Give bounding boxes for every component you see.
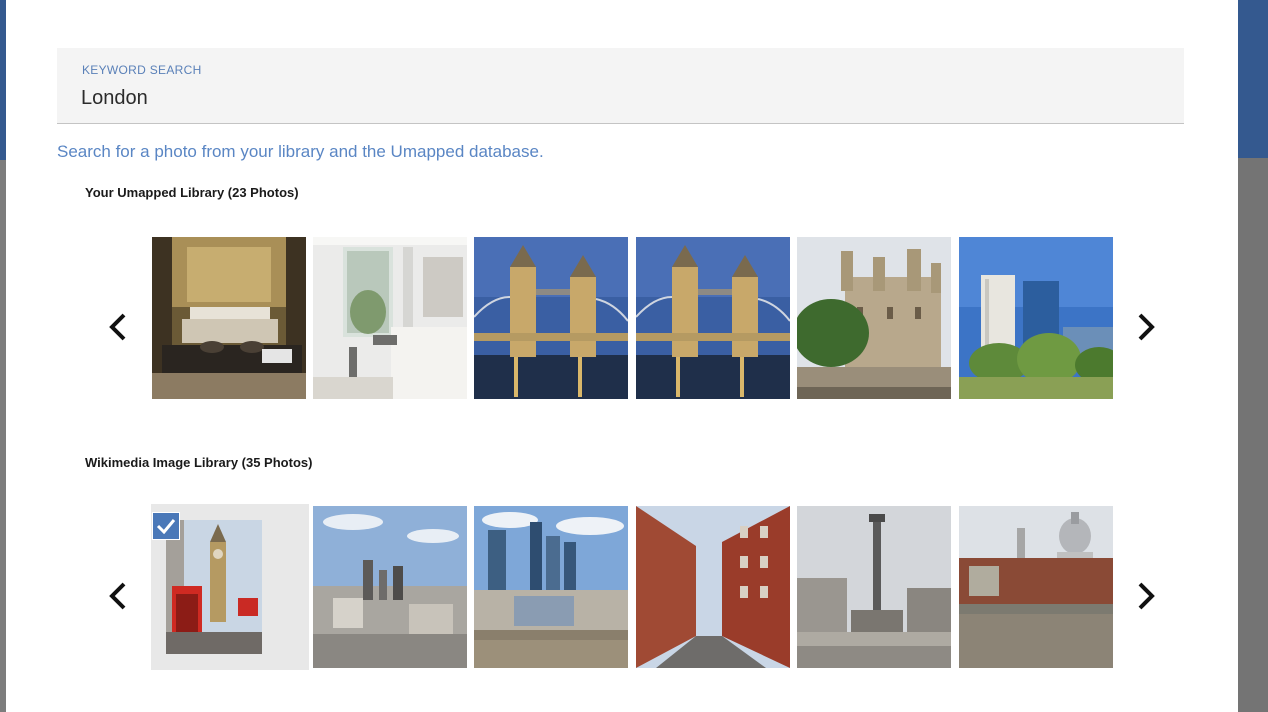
umapped-prev-button[interactable]	[98, 307, 138, 347]
umapped-photo-3[interactable]	[474, 237, 628, 399]
wikimedia-prev-button[interactable]	[98, 576, 138, 616]
big-ben-phone-box-photo	[166, 520, 262, 654]
bedroom-photo	[313, 237, 467, 399]
chevron-right-icon	[1138, 313, 1155, 341]
selected-checkbox[interactable]	[152, 512, 180, 540]
background-right-accent	[1238, 0, 1268, 158]
chevron-left-icon	[109, 313, 126, 341]
wikimedia-photo-2[interactable]	[313, 506, 467, 668]
wikimedia-photo-5[interactable]	[797, 506, 951, 668]
wikimedia-photo-6[interactable]	[959, 506, 1113, 668]
wikimedia-photo-1[interactable]	[166, 520, 262, 654]
street-photo	[636, 506, 790, 668]
keyword-search-field[interactable]: KEYWORD SEARCH	[57, 48, 1184, 124]
umapped-library-title: Your Umapped Library (23 Photos)	[85, 185, 299, 200]
tower-bridge-photo	[474, 237, 628, 399]
office-buildings-photo	[959, 237, 1113, 399]
checkmark-icon	[156, 519, 176, 534]
st-pauls-photo	[959, 506, 1113, 668]
wikimedia-next-button[interactable]	[1126, 576, 1166, 616]
wikimedia-photo-3[interactable]	[474, 506, 628, 668]
chevron-right-icon	[1138, 582, 1155, 610]
chevron-left-icon	[109, 582, 126, 610]
city-of-london-photo	[474, 506, 628, 668]
umapped-photo-6[interactable]	[959, 237, 1113, 399]
hotel-room-photo	[152, 237, 306, 399]
nelsons-column-photo	[797, 506, 951, 668]
umapped-photo-5[interactable]	[797, 237, 951, 399]
umapped-photo-1[interactable]	[152, 237, 306, 399]
umapped-next-button[interactable]	[1126, 307, 1166, 347]
skyline-photo	[313, 506, 467, 668]
keyword-search-label: KEYWORD SEARCH	[82, 63, 202, 77]
photo-picker-modal: KEYWORD SEARCH Search for a photo from y…	[6, 0, 1238, 712]
umapped-photo-2[interactable]	[313, 237, 467, 399]
wikimedia-library-title: Wikimedia Image Library (35 Photos)	[85, 455, 313, 470]
tower-bridge-photo	[636, 237, 790, 399]
background-right-strip	[1238, 0, 1268, 712]
umapped-photo-4[interactable]	[636, 237, 790, 399]
tower-of-london-photo	[797, 237, 951, 399]
keyword-search-input[interactable]	[81, 84, 981, 112]
search-helper-text: Search for a photo from your library and…	[57, 142, 544, 161]
wikimedia-photo-4[interactable]	[636, 506, 790, 668]
